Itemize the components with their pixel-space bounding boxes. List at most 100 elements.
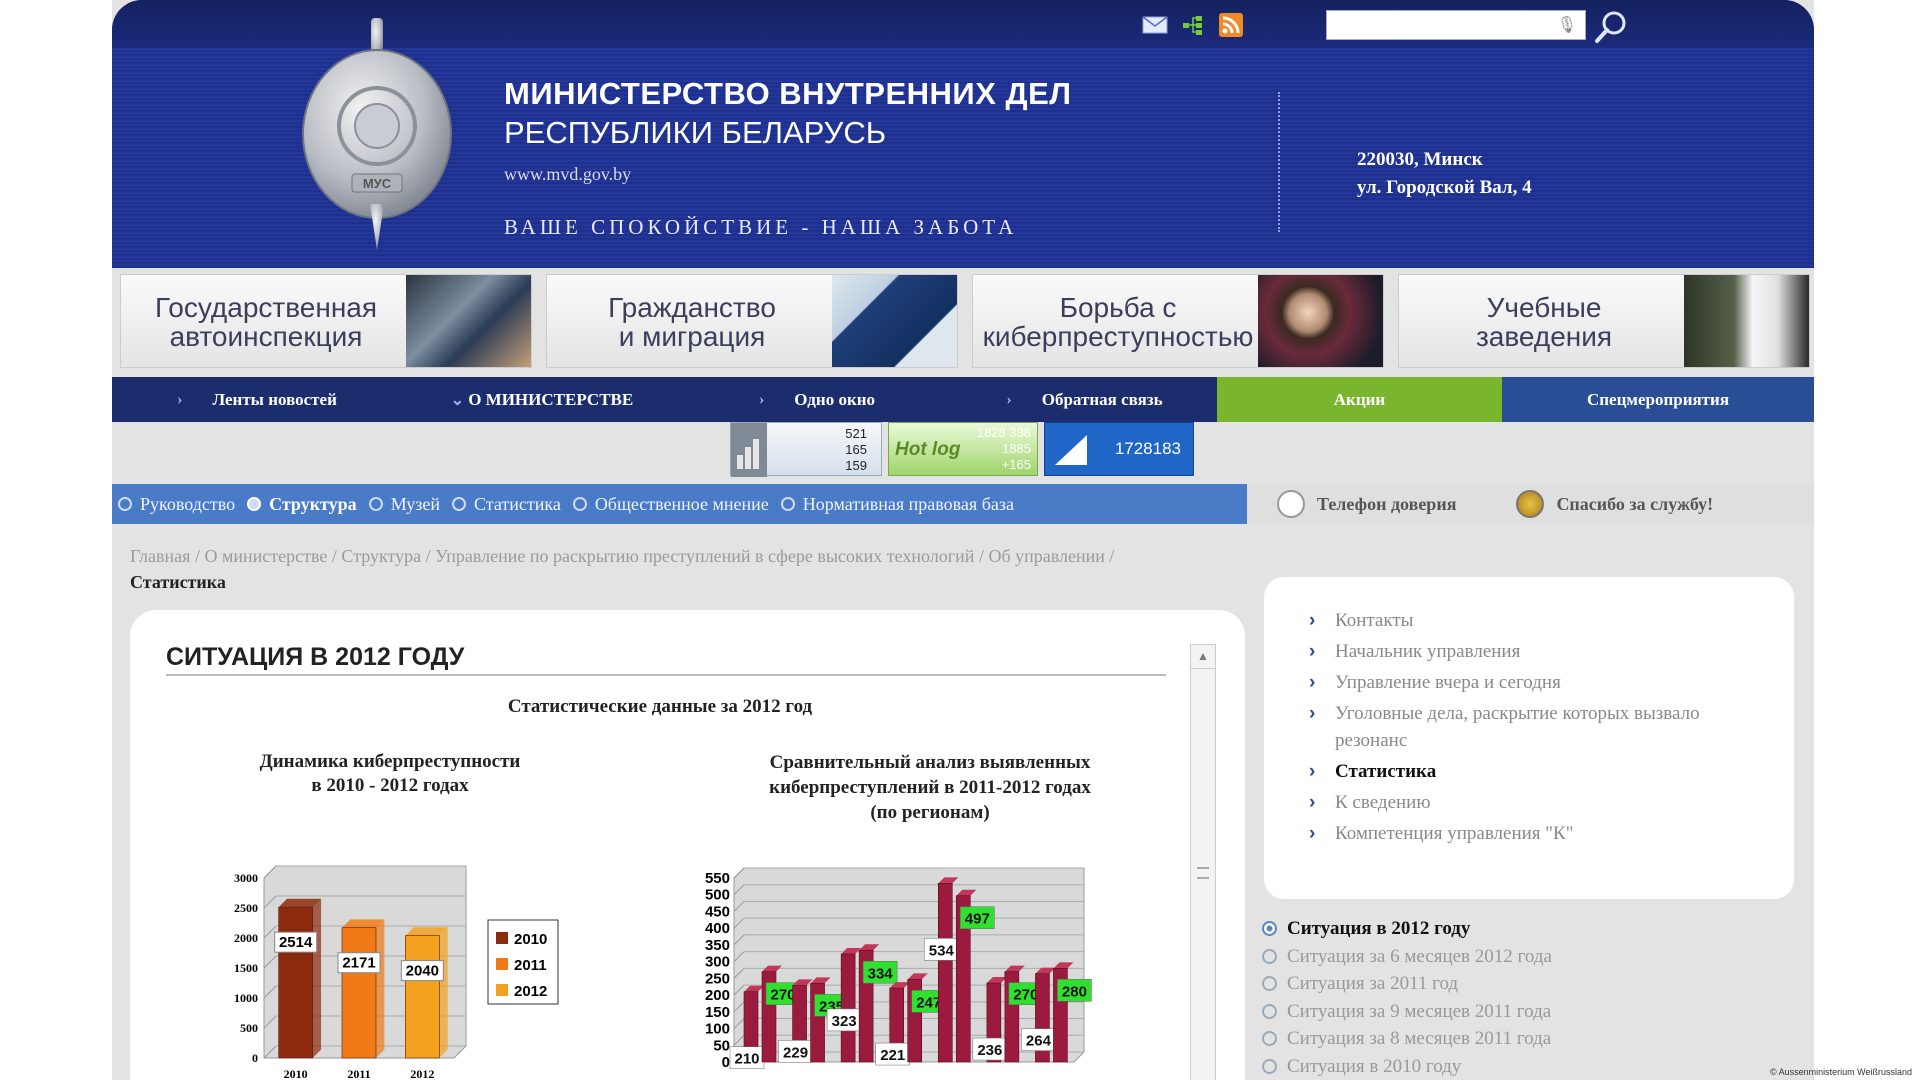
y-tick-label: 0 — [252, 1051, 258, 1065]
counter-hotlog[interactable]: Hot log 1828 338 1885 +165 — [888, 422, 1038, 476]
search-icon[interactable] — [1592, 8, 1630, 44]
radio-icon — [1262, 948, 1277, 964]
site-container: МУС МИНИСТЕРСТВО ВНУТРЕННИХ ДЕЛ РЕСПУБЛИ… — [112, 0, 1814, 1080]
subnav-leadership[interactable]: Руководство — [118, 494, 235, 515]
counter-stats[interactable]: 521 165 159 — [730, 422, 882, 477]
situation-item[interactable]: Ситуация в 2010 году — [1262, 1053, 1802, 1080]
nav-feedback[interactable]: › Обратная связь — [952, 377, 1217, 422]
address-line-1: 220030, Минск — [1357, 149, 1483, 170]
banner-traffic-police[interactable]: Государственная автоинспекция — [120, 274, 532, 368]
sidebar-item-cases[interactable]: › Уголовные дела, раскрытие которых вызва… — [1309, 700, 1759, 754]
breadcrumb-about-department[interactable]: Об управлении — [988, 546, 1104, 566]
subnav-legal-base[interactable]: Нормативная правовая база — [780, 494, 1014, 515]
breadcrumb-about[interactable]: О министерстве — [204, 546, 327, 566]
y-tick-label: 100 — [705, 1021, 730, 1038]
subnav-museum[interactable]: Музей — [368, 494, 440, 515]
data-label: 236 — [977, 1042, 1002, 1059]
microphone-icon[interactable]: 🎙 — [1557, 15, 1577, 35]
chevron-right-icon: › — [1309, 703, 1316, 724]
banner-cybercrime[interactable]: Борьба с киберпреступностью — [972, 274, 1384, 368]
sidebar-item-contacts[interactable]: › Контакты — [1309, 607, 1759, 634]
data-label: 210 — [734, 1051, 759, 1068]
bullet-icon — [780, 497, 795, 511]
site-subtitle[interactable]: РЕСПУБЛИКИ БЕЛАРУСЬ — [504, 115, 886, 151]
chevron-right-icon: › — [1309, 672, 1316, 693]
nav-news[interactable]: › Ленты новостей — [112, 377, 402, 422]
breadcrumb-structure[interactable]: Структура — [341, 546, 421, 566]
trust-phone-link[interactable]: Телефон доверия — [1277, 490, 1456, 518]
banner-image — [406, 275, 531, 367]
data-label: 534 — [929, 942, 955, 959]
situation-item[interactable]: Ситуация за 6 месяцев 2012 года — [1262, 943, 1802, 971]
subnav-statistics[interactable]: Статистика — [451, 494, 561, 515]
data-label: 334 — [868, 965, 894, 982]
rss-icon[interactable] — [1218, 13, 1244, 37]
scroll-grip-icon[interactable] — [1197, 867, 1209, 879]
subnav-structure[interactable]: Структура — [247, 494, 357, 515]
x-tick-label: 2010 — [284, 1067, 308, 1080]
site-url: www.mvd.gov.by — [504, 164, 632, 184]
nav-special-events[interactable]: Спецмероприятия — [1502, 377, 1814, 422]
situation-item[interactable]: Ситуация за 8 месяцев 2011 года — [1262, 1025, 1802, 1053]
banner-label: Учебные заведения — [1475, 292, 1613, 352]
site-header: МУС МИНИСТЕРСТВО ВНУТРЕННИХ ДЕЛ РЕСПУБЛИ… — [112, 0, 1814, 268]
nav-one-window[interactable]: › Одно окно — [682, 377, 952, 422]
scrollbar[interactable]: ▲ — [1190, 644, 1216, 1080]
breadcrumb: Главная / О министерстве / Структура / У… — [130, 546, 1115, 592]
mail-icon[interactable] — [1142, 14, 1168, 36]
y-tick-label: 500 — [705, 887, 730, 904]
breadcrumb-home[interactable]: Главная — [130, 546, 190, 566]
data-label: 264 — [1026, 1033, 1052, 1050]
scroll-up-icon[interactable]: ▲ — [1191, 645, 1215, 669]
bullet-icon — [368, 497, 383, 511]
bullet-icon — [572, 497, 587, 511]
y-tick-label: 250 — [705, 970, 730, 987]
radio-icon — [1262, 921, 1277, 937]
y-tick-label: 1000 — [234, 991, 258, 1005]
chart2-title: Сравнительный анализ выявленных киберпре… — [769, 752, 1091, 823]
nav-about-ministry[interactable]: ⌄ О МИНИСТЕРСТВЕ — [402, 377, 682, 422]
banner-image — [832, 275, 957, 367]
sidebar-menu: › Контакты › Начальник управления › Управле… — [1309, 607, 1759, 851]
breadcrumb-current: Статистика — [130, 572, 226, 592]
radio-icon — [1262, 1058, 1277, 1074]
legend-label: 2011 — [514, 957, 547, 974]
subnav-public-opinion[interactable]: Общественное мнение — [572, 494, 769, 515]
sidebar-item-competence[interactable]: › Компетенция управления "К" — [1309, 820, 1759, 847]
page: { "header": { "title_line1": "МИНИСТЕРСТ… — [0, 0, 1920, 1080]
y-tick-label: 2500 — [234, 901, 258, 915]
situation-item[interactable]: Ситуация за 2011 год — [1262, 970, 1802, 998]
situation-item[interactable]: Ситуация в 2012 году — [1262, 915, 1802, 943]
chart-regional-comparison: 050100150200250300350400450500550 210 270 2… — [705, 867, 1092, 1071]
page-title: СИТУАЦИЯ В 2012 ГОДУ — [166, 643, 465, 671]
y-tick-label: 2000 — [234, 931, 258, 945]
legend-swatch — [496, 984, 508, 996]
data-label: 270 — [1013, 987, 1038, 1004]
sidebar-item-statistics[interactable]: › Статистика — [1309, 758, 1759, 785]
banner-education[interactable]: Учебные заведения — [1398, 274, 1810, 368]
banner-citizenship[interactable]: Гражданство и миграция — [546, 274, 958, 368]
thanks-for-service-link[interactable]: Спасибо за службу! — [1516, 490, 1713, 518]
medal-icon — [1516, 490, 1545, 518]
chevron-right-icon: › — [758, 390, 765, 408]
banner-image — [1684, 275, 1809, 367]
sidebar-item-history[interactable]: › Управление вчера и сегодня — [1309, 669, 1759, 696]
data-label: 247 — [916, 994, 941, 1011]
sitemap-icon[interactable] — [1180, 14, 1206, 36]
sidebar-item-head[interactable]: › Начальник управления — [1309, 638, 1759, 665]
chevron-right-icon: › — [177, 390, 183, 408]
bar — [840, 953, 856, 1063]
y-tick-label: 150 — [705, 1004, 730, 1021]
site-title[interactable]: МИНИСТЕРСТВО ВНУТРЕННИХ ДЕЛ — [504, 76, 1072, 112]
nav-actions[interactable]: Акции — [1217, 377, 1502, 422]
search-input[interactable]: 🎙 — [1326, 10, 1586, 40]
mvd-emblem-icon[interactable]: МУС — [292, 14, 462, 254]
situation-item[interactable]: Ситуация за 9 месяцев 2011 года — [1262, 998, 1802, 1026]
data-label: 229 — [783, 1044, 808, 1061]
counter-visits[interactable]: 1728183 — [1044, 422, 1194, 476]
chart1-title: Динамика киберпреступности в 2010 - 2012… — [259, 751, 521, 796]
sidebar-item-notice[interactable]: › К сведению — [1309, 789, 1759, 816]
breadcrumb-department[interactable]: Управление по раскрытию преступлений в с… — [435, 546, 974, 566]
banner-label: Гражданство и миграция — [608, 292, 776, 352]
y-tick-label: 0 — [722, 1054, 730, 1071]
